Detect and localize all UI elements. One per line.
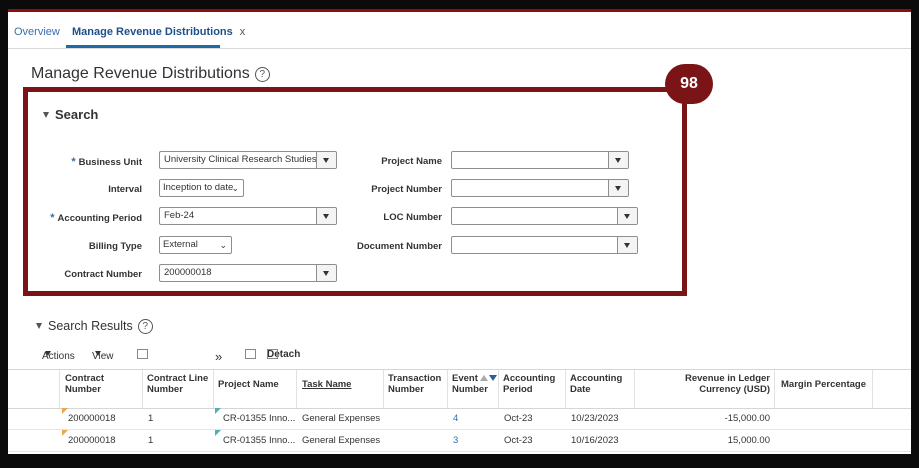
document-number-label: Document Number — [357, 241, 442, 252]
project-name-label: Project Name — [381, 156, 442, 167]
cell-contract-line: 1 — [148, 435, 154, 446]
required-icon: * — [50, 212, 55, 224]
tab-overview[interactable]: Overview — [14, 26, 60, 38]
billing-type-select[interactable]: External ⌄ — [159, 236, 232, 254]
billing-type-label: Billing Type — [88, 241, 142, 252]
cell-task-name: General Expenses — [302, 435, 381, 446]
project-name-field[interactable] — [451, 151, 629, 169]
column-header-revenue-ledger-currency[interactable]: Revenue in Ledger Currency (USD) — [638, 373, 770, 395]
cell-event-number-link[interactable]: 4 — [453, 413, 458, 424]
search-results-header[interactable]: Search Results? — [36, 319, 153, 334]
cell-event-number-link[interactable]: 3 — [453, 435, 458, 446]
column-header-margin-percentage[interactable]: Margin Percentage — [781, 379, 866, 390]
column-header-accounting-date[interactable]: Accounting Date — [570, 373, 622, 395]
detach-icon — [267, 349, 278, 359]
accounting-period-label-text: Accounting Period — [57, 213, 142, 224]
column-header-transaction-number[interactable]: Transaction Number — [388, 373, 441, 395]
cell-accounting-date: 10/16/2023 — [571, 435, 619, 446]
tab-manage-revenue-distributions[interactable]: Manage Revenue Distributions x — [72, 26, 245, 38]
tab-label: Manage Revenue Distributions — [72, 26, 233, 38]
cell-task-name: General Expenses — [302, 413, 381, 424]
collapse-triangle-icon[interactable] — [43, 112, 49, 118]
page-title: Manage Revenue Distributions? — [31, 65, 270, 83]
accounting-period-value: Feb-24 — [164, 210, 195, 221]
contract-number-field[interactable]: 200000018 — [159, 264, 337, 282]
chevron-down-icon[interactable] — [316, 152, 336, 168]
chevron-down-icon[interactable] — [608, 152, 628, 168]
cell-accounting-period: Oct-23 — [504, 413, 533, 424]
active-tab-indicator — [66, 45, 220, 48]
column-header-project-name[interactable]: Project Name — [218, 379, 279, 390]
chevron-down-icon[interactable] — [617, 237, 637, 253]
collapse-triangle-icon[interactable] — [36, 323, 42, 329]
cell-accounting-period: Oct-23 — [504, 435, 533, 446]
help-icon[interactable]: ? — [254, 67, 270, 82]
column-header-task-name[interactable]: Task Name — [302, 379, 351, 390]
tab-bar: Overview Manage Revenue Distributions x — [8, 12, 911, 49]
cell-project-name: CR-01355 Inno... — [223, 413, 296, 424]
chevron-down-icon[interactable] — [608, 180, 628, 196]
chevron-down-icon: ⌄ — [219, 240, 227, 250]
table-header: Contract Number Contract Line Number Proje… — [8, 369, 911, 409]
billing-type-value: External — [163, 239, 198, 250]
cell-contract-number: 200000018 — [68, 413, 116, 424]
chevron-down-icon: ⌄ — [231, 183, 239, 193]
cell-accounting-date: 10/23/2023 — [571, 413, 619, 424]
contract-number-label: Contract Number — [64, 269, 142, 280]
interval-label: Interval — [108, 184, 142, 195]
column-header-contract-number[interactable]: Contract Number — [65, 373, 104, 395]
search-region-highlight: Search * Business Unit University Clinica… — [23, 87, 687, 296]
chevron-down-icon — [45, 351, 51, 356]
cell-contract-number: 200000018 — [68, 435, 116, 446]
help-icon[interactable]: ? — [137, 319, 153, 334]
detach-button[interactable]: Detach — [267, 349, 300, 360]
close-tab-icon[interactable]: x — [240, 26, 246, 38]
project-number-field[interactable] — [451, 179, 629, 197]
business-unit-label-text: Business Unit — [78, 157, 142, 168]
loc-number-label: LOC Number — [383, 212, 442, 223]
table-row[interactable]: 200000018 1 CR-01355 Inno... General Exp… — [8, 430, 911, 452]
search-section-header[interactable]: Search — [43, 107, 98, 122]
loc-number-field[interactable] — [451, 207, 638, 225]
search-heading: Search — [55, 107, 99, 122]
column-header-accounting-period[interactable]: Accounting Period — [503, 373, 555, 395]
column-header-event-number[interactable]: Event Number — [452, 373, 497, 395]
sort-arrows-icon[interactable] — [479, 373, 497, 384]
interval-value: Inception to date — [163, 182, 234, 193]
business-unit-label: * Business Unit — [71, 156, 142, 168]
table-row[interactable]: 200000018 1 CR-01355 Inno... General Exp… — [8, 408, 911, 430]
interval-select[interactable]: Inception to date ⌄ — [159, 179, 244, 197]
chevron-down-icon — [95, 351, 101, 356]
cell-revenue: -15,000.00 — [724, 413, 770, 424]
callout-badge: 98 — [665, 64, 713, 104]
document-number-field[interactable] — [451, 236, 638, 254]
page-title-text: Manage Revenue Distributions — [31, 65, 250, 82]
business-unit-value: University Clinical Research Studies — [164, 154, 317, 165]
cell-revenue: 15,000.00 — [727, 435, 770, 446]
accounting-period-field[interactable]: Feb-24 — [159, 207, 337, 225]
app-window: Overview Manage Revenue Distributions x M… — [0, 0, 919, 468]
chevron-down-icon[interactable] — [617, 208, 637, 224]
required-icon: * — [71, 156, 76, 168]
search-results-heading: Search Results — [48, 319, 133, 333]
cell-project-name: CR-01355 Inno... — [223, 435, 296, 446]
accounting-period-label: * Accounting Period — [50, 212, 142, 224]
project-number-label: Project Number — [371, 184, 442, 195]
contract-number-value: 200000018 — [164, 267, 212, 278]
cell-contract-line: 1 — [148, 413, 154, 424]
row-flag-icon — [215, 430, 221, 436]
chevron-down-icon[interactable] — [316, 208, 336, 224]
chevron-down-icon[interactable] — [316, 265, 336, 281]
row-flag-icon — [215, 408, 221, 414]
more-overflow-icon[interactable]: » — [215, 349, 222, 364]
business-unit-field[interactable]: University Clinical Research Studies — [159, 151, 337, 169]
column-header-contract-line-number[interactable]: Contract Line Number — [147, 373, 208, 395]
